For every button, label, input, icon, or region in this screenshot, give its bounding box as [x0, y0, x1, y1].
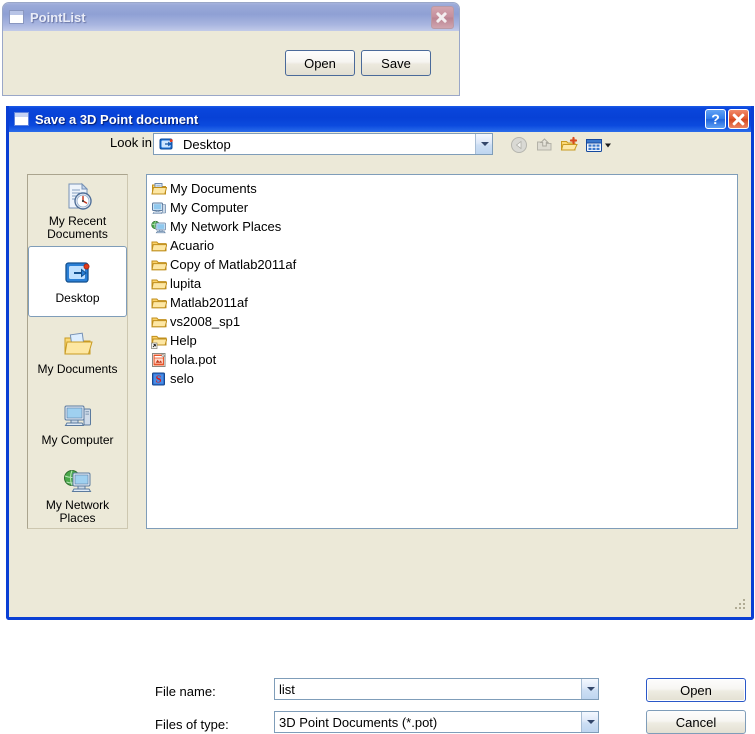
list-item-label: lupita: [170, 276, 202, 291]
dialog-title: Save a 3D Point document: [35, 111, 199, 127]
dialog-body: Look in: Desktop My Recent Documents Des…: [9, 132, 751, 734]
help-icon[interactable]: ?: [705, 109, 726, 129]
desktop-icon: [158, 136, 174, 152]
places-bar: My Recent Documents Desktop My Documents…: [27, 174, 128, 529]
list-item[interactable]: S selo: [151, 369, 737, 388]
list-item-label: selo: [170, 371, 194, 386]
pointlist-window: PointList Open Save: [2, 2, 460, 96]
list-item[interactable]: Help: [151, 331, 737, 350]
network-places-icon: [151, 219, 167, 235]
views-icon[interactable]: [584, 135, 614, 155]
look-in-value: Desktop: [183, 136, 231, 152]
chevron-down-icon[interactable]: [581, 712, 598, 732]
sidebar-item-label: My Recent Documents: [47, 213, 108, 241]
list-item[interactable]: Acuario: [151, 236, 737, 255]
sidebar-item-desktop[interactable]: Desktop: [28, 246, 127, 317]
network-places-icon: [61, 465, 95, 497]
list-item-label: My Documents: [170, 181, 257, 196]
sidebar-item-label: My Documents: [37, 362, 118, 376]
list-item[interactable]: lupita: [151, 274, 737, 293]
sidebar-item-my-network-places[interactable]: My Network Places: [28, 459, 127, 530]
list-item[interactable]: Matlab2011af: [151, 293, 737, 312]
folder-icon: [151, 314, 167, 330]
pointlist-title: PointList: [30, 9, 86, 25]
new-folder-icon[interactable]: [559, 135, 580, 155]
list-item-label: Help: [170, 333, 197, 348]
list-item-label: Copy of Matlab2011af: [170, 257, 297, 272]
desktop-icon: [61, 258, 95, 290]
chevron-down-icon[interactable]: [581, 679, 598, 699]
chevron-down-icon[interactable]: [475, 134, 492, 154]
sidebar-item-my-computer[interactable]: My Computer: [28, 388, 127, 459]
dialog-titlebar[interactable]: Save a 3D Point document ?: [9, 106, 751, 132]
pointlist-titlebar[interactable]: PointList: [3, 3, 459, 31]
list-item[interactable]: My Computer: [151, 198, 737, 217]
window-icon: [9, 10, 24, 24]
close-icon[interactable]: [431, 5, 454, 29]
file-list[interactable]: My Documents My Computer My Network Plac…: [146, 174, 738, 529]
pointlist-client-area: Open Save: [3, 31, 459, 95]
list-item[interactable]: Copy of Matlab2011af: [151, 255, 737, 274]
svg-text:S: S: [156, 374, 162, 385]
my-documents-folder-icon: [151, 181, 167, 197]
open-button[interactable]: Open: [646, 678, 746, 702]
list-item-label: Acuario: [170, 238, 215, 253]
sidebar-item-label: My Network Places: [45, 497, 110, 525]
files-of-type-value: 3D Point Documents (*.pot): [279, 714, 438, 730]
my-computer-icon: [151, 200, 167, 216]
save-dialog: Save a 3D Point document ? Look in: Desk…: [6, 106, 754, 734]
list-item-label: My Computer: [170, 200, 249, 215]
sidebar-item-my-documents[interactable]: My Documents: [28, 317, 127, 388]
my-documents-icon: [61, 329, 95, 361]
sidebar-item-label: My Computer: [41, 433, 114, 447]
recent-documents-icon: [61, 181, 95, 213]
list-item[interactable]: My Network Places: [151, 217, 737, 236]
folder-icon: [151, 295, 167, 311]
list-item-label: vs2008_sp1: [170, 314, 241, 329]
files-of-type-label: Files of type:: [155, 717, 229, 732]
folder-icon: [151, 238, 167, 254]
window-icon: [14, 112, 29, 126]
look-in-combo[interactable]: Desktop: [153, 133, 493, 155]
powerpoint-template-icon: [151, 352, 167, 368]
list-item-label: My Network Places: [170, 219, 282, 234]
list-item[interactable]: hola.pot: [151, 350, 737, 369]
dialog-toolbar: [509, 135, 614, 155]
save-button[interactable]: Save: [361, 50, 431, 76]
list-item[interactable]: My Documents: [151, 179, 737, 198]
up-folder-icon[interactable]: [534, 135, 555, 155]
list-item[interactable]: vs2008_sp1: [151, 312, 737, 331]
list-item-label: hola.pot: [170, 352, 217, 367]
open-button[interactable]: Open: [285, 50, 355, 76]
resize-grip[interactable]: [735, 599, 747, 611]
file-name-value[interactable]: list: [275, 682, 581, 697]
s-file-icon: S: [151, 371, 167, 387]
file-name-input[interactable]: list: [274, 678, 599, 700]
file-name-label: File name:: [155, 684, 216, 699]
my-computer-icon: [61, 400, 95, 432]
sidebar-item-label: Desktop: [55, 291, 100, 305]
close-icon[interactable]: [728, 109, 749, 129]
folder-shortcut-icon: [151, 333, 167, 349]
look-in-label: Look in:: [110, 135, 156, 150]
folder-icon: [151, 276, 167, 292]
list-item-label: Matlab2011af: [170, 295, 248, 310]
sidebar-item-my-recent-documents[interactable]: My Recent Documents: [28, 175, 127, 246]
back-icon[interactable]: [509, 135, 530, 155]
folder-icon: [151, 257, 167, 273]
cancel-button[interactable]: Cancel: [646, 710, 746, 734]
files-of-type-combo[interactable]: 3D Point Documents (*.pot): [274, 711, 599, 733]
